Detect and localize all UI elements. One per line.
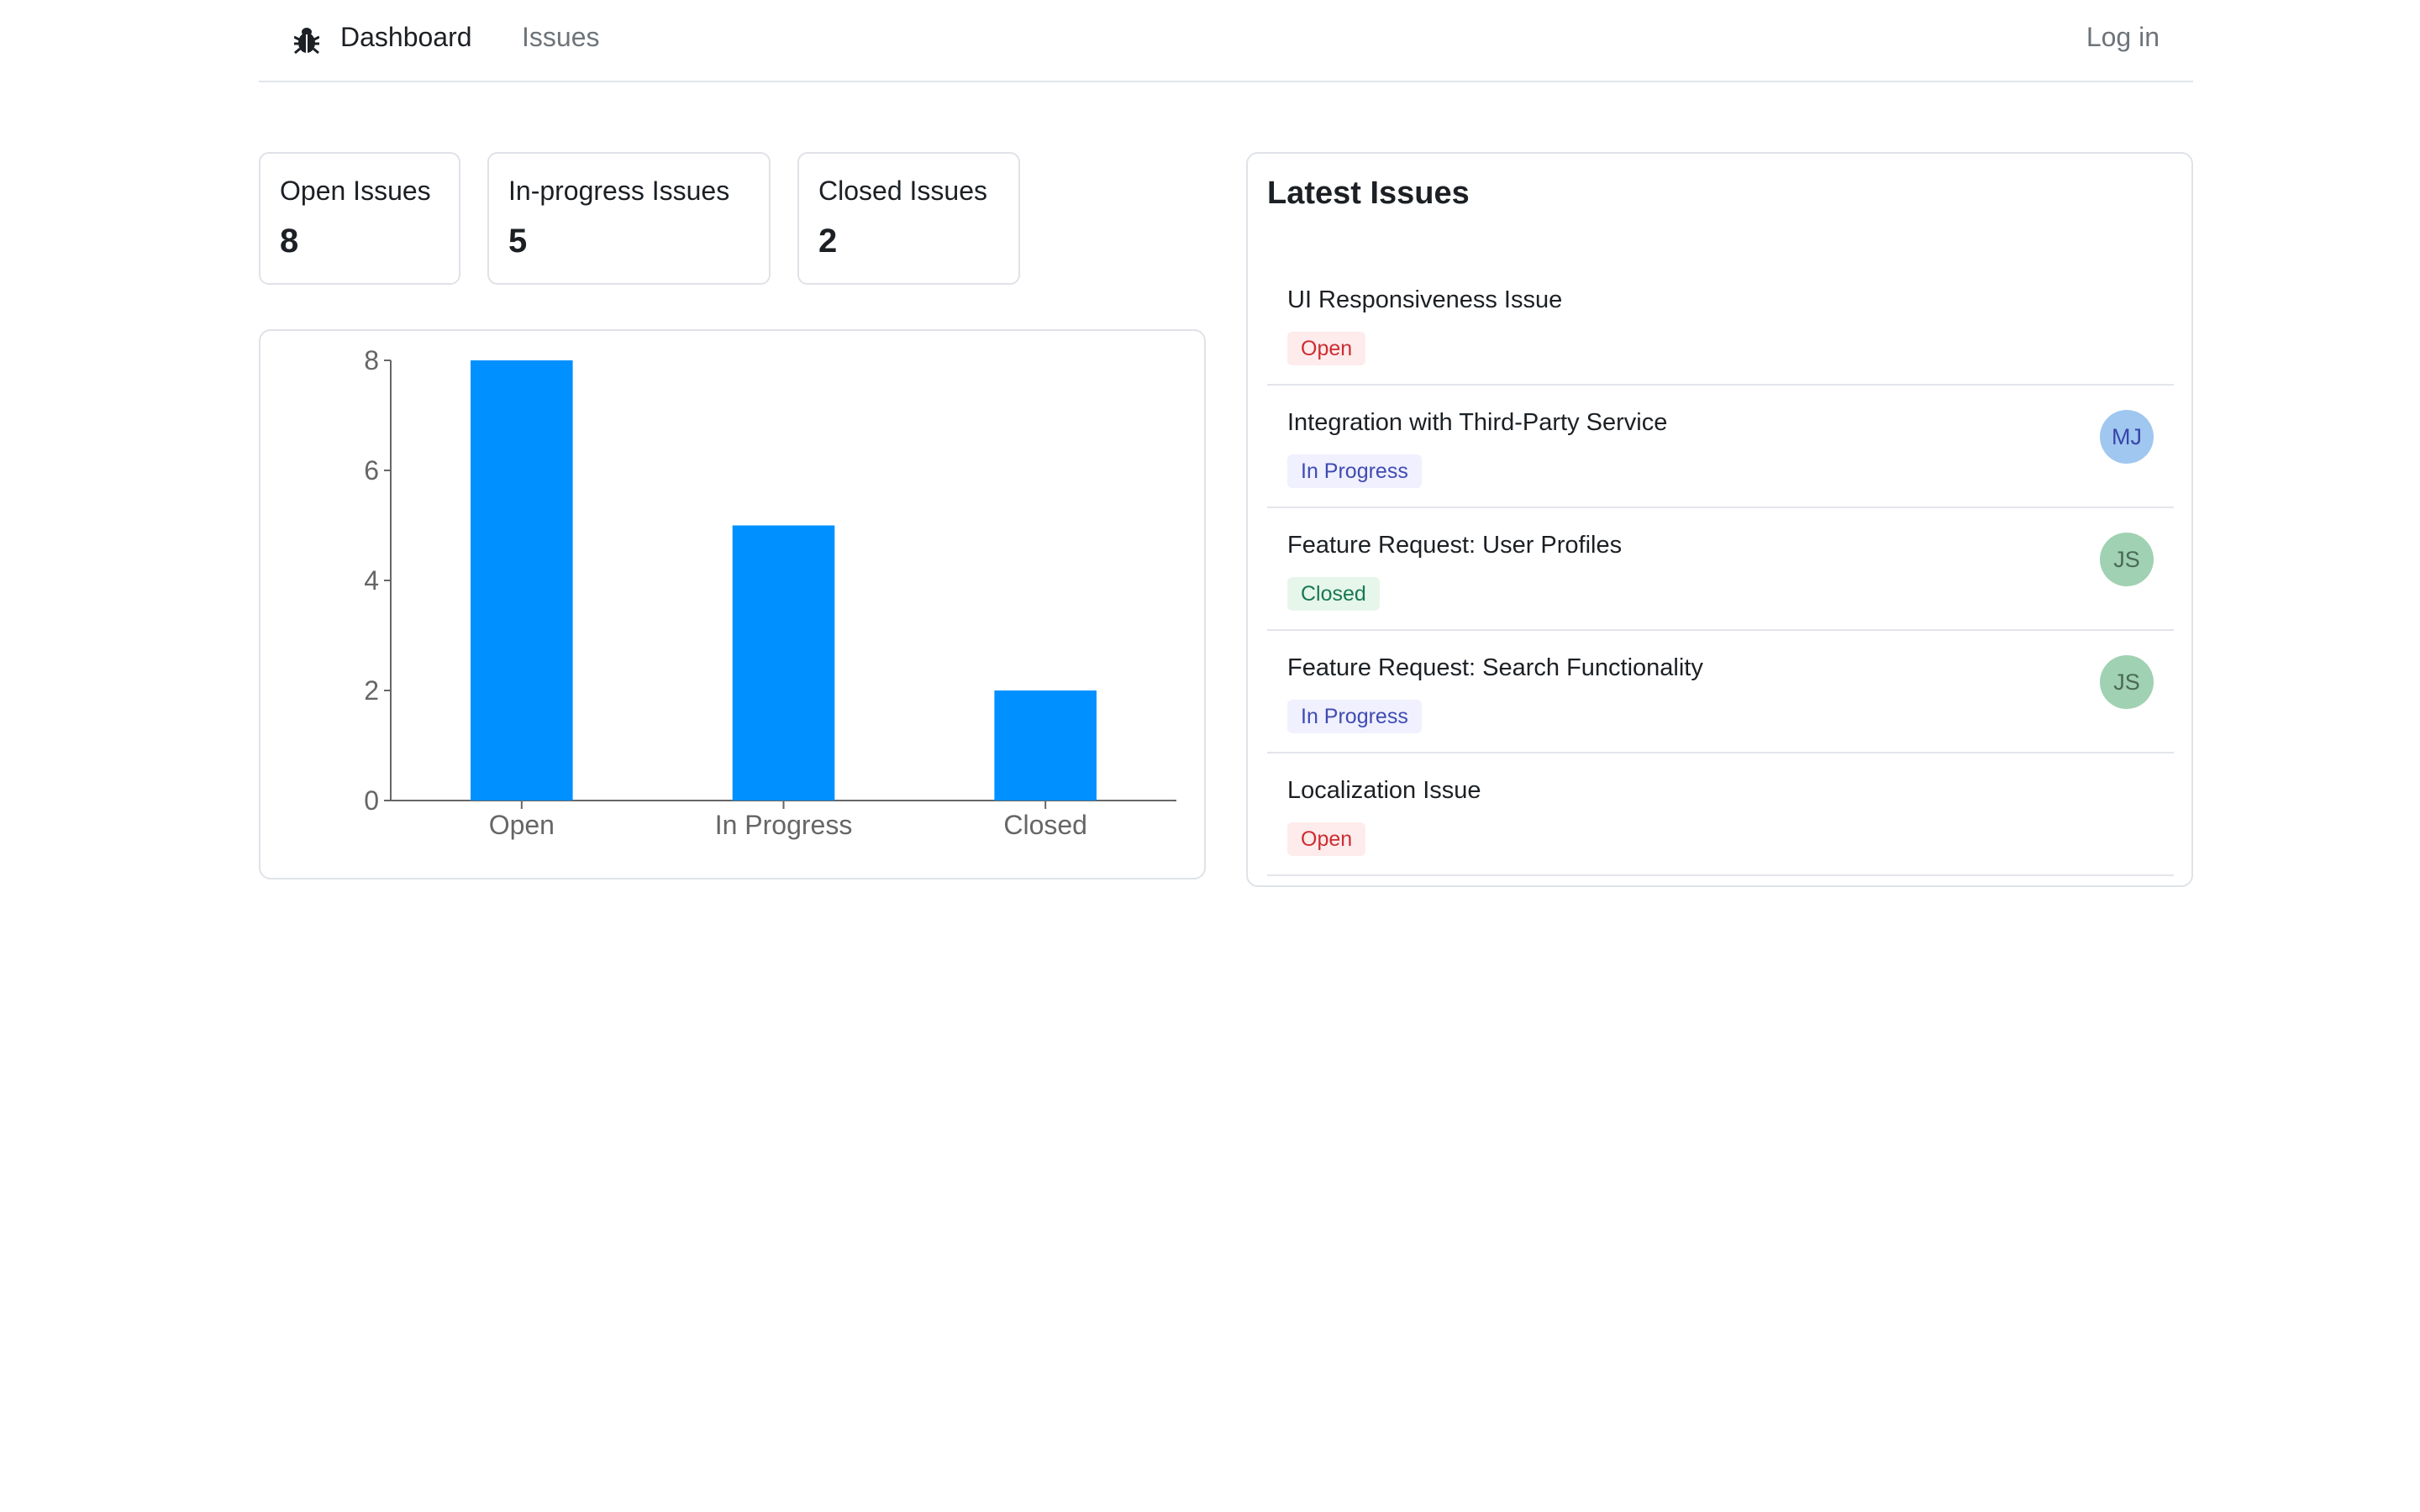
top-navbar: Dashboard Issues Log in <box>259 0 2193 82</box>
issue-title-link[interactable]: Feature Request: Search Functionality <box>1287 654 1703 682</box>
issue-list-item[interactable]: Feature Request: User Profiles Closed JS <box>1267 510 2174 631</box>
issue-list-item[interactable]: Feature Request: Search Functionality In … <box>1267 633 2174 753</box>
issues-bar-chart: 0 2 4 6 8 Open In Progress Closed <box>364 345 1176 840</box>
y-tick-label: 4 <box>364 565 379 596</box>
y-tick-label: 0 <box>364 785 379 816</box>
issue-title-link[interactable]: UI Responsiveness Issue <box>1287 286 1562 314</box>
issue-list-item[interactable]: Integration with Third-Party Service In P… <box>1267 387 2174 508</box>
y-tick-label: 2 <box>364 675 379 706</box>
issue-list-item[interactable]: UI Responsiveness Issue Open <box>1267 265 2174 386</box>
y-tick-label: 8 <box>364 345 379 375</box>
status-badge: In Progress <box>1287 454 1422 488</box>
assignee-avatar: JS <box>2100 533 2154 586</box>
x-tick-label: Closed <box>1003 810 1087 840</box>
assignee-avatar: MJ <box>2100 410 2154 464</box>
stat-label: Closed Issues <box>818 176 987 206</box>
stat-card-open: Open Issues 8 <box>259 152 460 285</box>
stat-label: In-progress Issues <box>508 176 730 206</box>
latest-issues-title: Latest Issues <box>1267 176 1470 211</box>
issues-bar-chart-card: 0 2 4 6 8 Open In Progress Closed <box>259 329 1206 879</box>
bar-in-progress <box>732 525 835 801</box>
stat-label: Open Issues <box>280 176 431 206</box>
issue-title-link[interactable]: Localization Issue <box>1287 777 1481 805</box>
stat-card-in-progress: In-progress Issues 5 <box>487 152 771 285</box>
status-badge: In Progress <box>1287 700 1422 733</box>
latest-issues-card: Latest Issues UI Responsiveness Issue Ope… <box>1246 152 2193 887</box>
stat-card-closed: Closed Issues 2 <box>797 152 1020 285</box>
status-badge: Open <box>1287 332 1366 365</box>
nav-issues-link[interactable]: Issues <box>522 22 599 53</box>
issue-list-item[interactable]: Localization Issue Open <box>1267 755 2174 876</box>
stat-value: 8 <box>280 223 299 260</box>
x-tick-label: Open <box>489 810 555 840</box>
bug-icon[interactable] <box>293 25 320 55</box>
issue-title-link[interactable]: Integration with Third-Party Service <box>1287 409 1667 437</box>
nav-dashboard-link[interactable]: Dashboard <box>340 22 472 53</box>
status-badge: Closed <box>1287 577 1380 611</box>
x-tick-label: In Progress <box>715 810 853 840</box>
assignee-avatar: JS <box>2100 655 2154 709</box>
y-tick-label: 6 <box>364 455 379 486</box>
bar-open <box>471 360 573 801</box>
bar-closed <box>994 690 1097 801</box>
stat-value: 2 <box>818 223 838 260</box>
issue-title-link[interactable]: Feature Request: User Profiles <box>1287 532 1622 559</box>
login-link[interactable]: Log in <box>2086 22 2160 53</box>
status-badge: Open <box>1287 822 1366 856</box>
stat-value: 5 <box>508 223 528 260</box>
